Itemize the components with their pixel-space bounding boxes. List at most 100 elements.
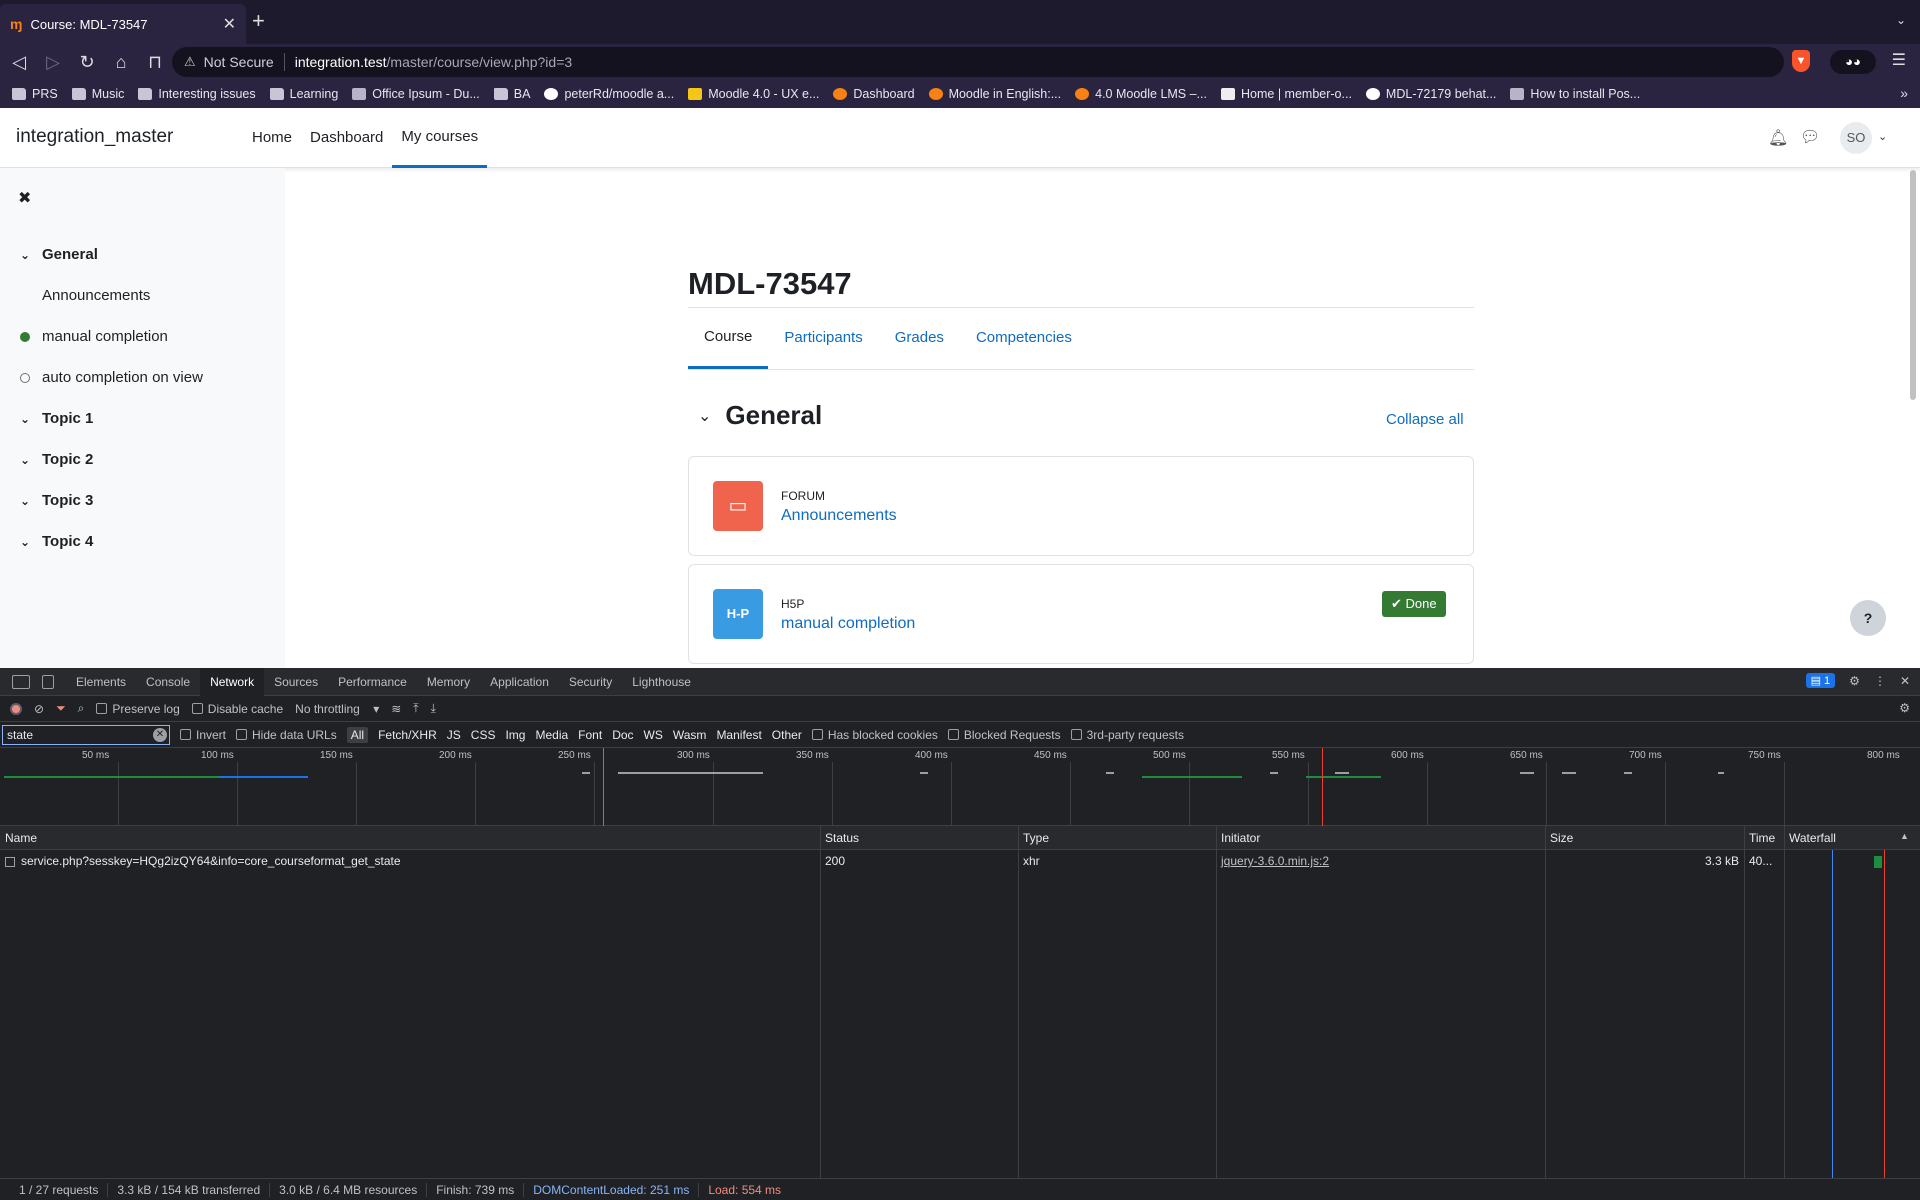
clear-filter-icon[interactable]: ✕: [153, 727, 167, 742]
tab-memory[interactable]: Memory: [417, 668, 480, 696]
messages-icon[interactable]: 💬︎: [1800, 127, 1820, 147]
tab-application[interactable]: Application: [480, 668, 559, 696]
bookmark-item[interactable]: BA: [493, 87, 530, 101]
chevron-down-icon[interactable]: ⌄: [20, 453, 34, 467]
column-header-initiator[interactable]: Initiator: [1216, 826, 1545, 850]
tab-competencies[interactable]: Competencies: [960, 308, 1088, 369]
nav-dashboard[interactable]: Dashboard: [301, 108, 392, 168]
course-index-section-topic1[interactable]: ⌄ Topic 1: [20, 410, 93, 427]
bookmark-item[interactable]: How to install Pos...: [1510, 87, 1640, 101]
column-header-status[interactable]: Status: [820, 826, 1018, 850]
bookmark-item[interactable]: Office Ipsum - Du...: [352, 87, 480, 101]
filter-type-other[interactable]: Other: [772, 728, 802, 742]
throttling-select[interactable]: No throttling ▾: [295, 702, 379, 716]
course-index-section-general[interactable]: ⌄ General: [20, 246, 98, 263]
sort-ascending-icon[interactable]: ▲: [1900, 831, 1909, 841]
filter-type-doc[interactable]: Doc: [612, 728, 633, 742]
invert-checkbox[interactable]: Invert: [180, 728, 226, 742]
course-index-item-manual-completion[interactable]: manual completion: [20, 328, 168, 345]
browser-menu-icon[interactable]: ☰: [1892, 50, 1906, 70]
bookmark-item[interactable]: Learning: [269, 87, 338, 101]
course-index-item-auto-completion[interactable]: auto completion on view: [20, 369, 203, 386]
filter-type-font[interactable]: Font: [578, 728, 602, 742]
new-tab-icon[interactable]: +: [252, 10, 265, 32]
extension-glasses-icon[interactable]: ◕◕: [1830, 50, 1876, 74]
device-toolbar-icon[interactable]: [42, 674, 54, 689]
network-conditions-icon[interactable]: ≋: [391, 702, 401, 716]
course-index-section-topic2[interactable]: ⌄ Topic 2: [20, 451, 93, 468]
clear-icon[interactable]: ⊘: [34, 702, 44, 716]
nav-home[interactable]: Home: [243, 108, 301, 168]
record-icon[interactable]: [10, 702, 22, 715]
close-tab-icon[interactable]: ✕: [223, 14, 236, 34]
more-options-icon[interactable]: ⋮: [1874, 674, 1886, 688]
column-header-type[interactable]: Type: [1018, 826, 1216, 850]
filter-type-css[interactable]: CSS: [471, 728, 496, 742]
tab-participants[interactable]: Participants: [768, 308, 878, 369]
has-blocked-cookies-checkbox[interactable]: Has blocked cookies: [811, 728, 938, 742]
bookmark-item[interactable]: Music: [71, 87, 124, 101]
course-index-item-announcements[interactable]: Announcements: [42, 287, 150, 304]
import-har-icon[interactable]: ⤒: [413, 701, 418, 716]
tab-security[interactable]: Security: [559, 668, 622, 696]
tab-grades[interactable]: Grades: [879, 308, 960, 369]
tab-search-chevron-icon[interactable]: ⌄: [1896, 13, 1906, 27]
filter-type-ws[interactable]: WS: [644, 728, 663, 742]
bookmark-item[interactable]: PRS: [12, 87, 58, 101]
third-party-requests-checkbox[interactable]: 3rd-party requests: [1070, 728, 1184, 742]
bookmark-item[interactable]: Interesting issues: [138, 87, 256, 101]
request-initiator-link[interactable]: jquery-3.6.0.min.js:2: [1216, 850, 1545, 872]
completion-done-button[interactable]: ✔ Done: [1382, 591, 1446, 617]
column-header-name[interactable]: Name: [0, 826, 820, 850]
filter-type-fetch-xhr[interactable]: Fetch/XHR: [378, 728, 437, 742]
tab-course[interactable]: Course: [688, 308, 769, 369]
help-button[interactable]: ?: [1850, 600, 1886, 636]
notification-bell-icon[interactable]: 🔔︎: [1768, 128, 1788, 148]
nav-my-courses[interactable]: My courses: [392, 108, 488, 168]
forward-icon[interactable]: ▷: [38, 52, 68, 73]
filter-type-js[interactable]: JS: [447, 728, 461, 742]
request-name-cell[interactable]: service.php?sesskey=HQg2izQY64&info=core…: [0, 850, 820, 872]
tab-sources[interactable]: Sources: [264, 668, 328, 696]
chevron-down-icon[interactable]: ⌄: [20, 412, 34, 426]
bookmark-icon[interactable]: ⊓: [140, 52, 170, 73]
chevron-down-icon[interactable]: ⌄: [1878, 130, 1887, 143]
not-secure-label[interactable]: Not Secure: [204, 54, 274, 70]
brave-shields-icon[interactable]: ▼: [1792, 50, 1810, 72]
bookmark-item[interactable]: Moodle 4.0 - UX e...: [688, 87, 819, 101]
search-icon[interactable]: ⌕: [78, 701, 85, 716]
tab-elements[interactable]: Elements: [66, 668, 136, 696]
bookmark-item[interactable]: Home | member-o...: [1221, 87, 1352, 101]
gear-icon[interactable]: ⚙: [1849, 674, 1860, 688]
bookmark-item[interactable]: MDL-72179 behat...: [1365, 87, 1496, 101]
disable-cache-checkbox[interactable]: Disable cache: [191, 702, 283, 716]
chevron-down-icon[interactable]: ⌄: [20, 494, 34, 508]
issues-badge[interactable]: ▤ 1: [1805, 673, 1836, 688]
network-settings-gear-icon[interactable]: ⚙: [1899, 701, 1910, 715]
site-name[interactable]: integration_master: [16, 126, 173, 148]
filter-type-media[interactable]: Media: [535, 728, 568, 742]
bookmark-item[interactable]: peterRd/moodle a...: [544, 87, 674, 101]
more-bookmarks-icon[interactable]: »: [1900, 85, 1908, 101]
avatar[interactable]: SO: [1840, 122, 1872, 154]
back-icon[interactable]: ◁: [4, 52, 34, 73]
collapse-all-link[interactable]: Collapse all: [1386, 411, 1464, 428]
hide-data-urls-checkbox[interactable]: Hide data URLs: [236, 728, 337, 742]
course-index-section-topic4[interactable]: ⌄ Topic 4: [20, 533, 93, 550]
home-icon[interactable]: ⌂: [106, 52, 136, 73]
chevron-down-icon[interactable]: ⌄: [20, 535, 34, 549]
filter-type-all[interactable]: All: [346, 726, 369, 743]
tab-performance[interactable]: Performance: [328, 668, 417, 696]
preserve-log-checkbox[interactable]: Preserve log: [96, 702, 180, 716]
bookmark-item[interactable]: Dashboard: [833, 87, 915, 101]
tab-network[interactable]: Network: [200, 667, 265, 696]
bookmark-item[interactable]: Moodle in English:...: [928, 87, 1061, 101]
chevron-down-icon[interactable]: ⌄: [20, 248, 34, 262]
export-har-icon[interactable]: ⤓: [431, 701, 436, 716]
inspect-element-icon[interactable]: [12, 674, 30, 689]
close-icon[interactable]: ✕: [1900, 674, 1910, 688]
chevron-down-icon[interactable]: ⌄: [698, 406, 711, 426]
warning-icon[interactable]: ⚠: [184, 54, 196, 70]
filter-type-wasm[interactable]: Wasm: [673, 728, 707, 742]
page-scrollbar[interactable]: [1910, 170, 1916, 400]
